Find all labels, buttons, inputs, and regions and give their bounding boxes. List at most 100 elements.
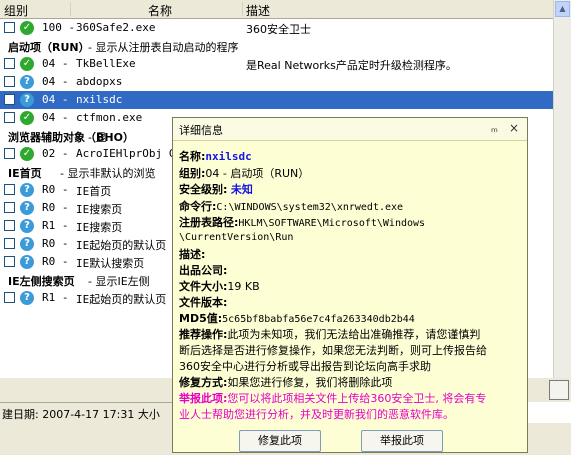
side-button[interactable]: [549, 380, 569, 400]
status-bar: 建日期: 2007-4-17 17:31 大小: [0, 402, 190, 423]
table-row[interactable]: ? 04 - abdopxs: [0, 73, 553, 91]
report-value-line2[interactable]: 业人士帮助您进行分析，并及时更新我们的恶意软件库。: [179, 408, 454, 421]
row-group: R1 -: [42, 291, 69, 304]
reg-value-line2: \CurrentVersion\Run: [179, 232, 294, 243]
group-title: IE首页: [8, 167, 42, 180]
unknown-question-icon: ?: [20, 75, 34, 89]
row-checkbox[interactable]: [4, 184, 15, 195]
company-label: 出品公司:: [179, 264, 228, 277]
rec-value-line3: 360安全中心进行分析或导出报告到论坛向高手求助: [179, 360, 431, 373]
column-header-desc[interactable]: 描述: [246, 2, 270, 19]
report-item-button[interactable]: 举报此项: [361, 430, 443, 452]
group-description: - 显示从注册表自动启动的程序: [88, 41, 239, 54]
row-checkbox[interactable]: [4, 256, 15, 267]
reg-label: 注册表路径:: [179, 216, 239, 229]
row-description: 是Real Networks产品定时升级检测程序。: [246, 59, 457, 72]
row-group: 100 -: [42, 21, 76, 34]
row-group: 02 -: [42, 147, 69, 160]
group-description: - 显: [88, 131, 107, 144]
row-group: 04 -: [42, 75, 69, 88]
size-value: 19 KB: [227, 280, 260, 293]
close-icon[interactable]: ×: [509, 121, 519, 135]
row-checkbox[interactable]: [4, 220, 15, 231]
group-header-row[interactable]: 启动项（RUN） - 显示从注册表自动启动的程序: [0, 37, 553, 55]
row-description: 360安全卫士: [246, 23, 311, 36]
level-label: 安全级别:: [179, 183, 228, 196]
repair-item-button[interactable]: 修复此项: [239, 430, 321, 452]
vertical-scrollbar[interactable]: ▲: [553, 0, 571, 378]
name-value: nxilsdc: [205, 150, 252, 163]
row-name: IE默认搜索页: [76, 257, 145, 270]
row-name: 360Safe2.exe: [76, 21, 156, 34]
reg-value-line1: HKLM\SOFTWARE\Microsoft\Windows: [238, 218, 426, 229]
status-text: 建日期: 2007-4-17 17:31 大小: [2, 408, 160, 421]
popup-titlebar: 详细信息 ₘ ×: [173, 118, 527, 141]
row-checkbox[interactable]: [4, 76, 15, 87]
unknown-question-icon: ?: [20, 291, 34, 305]
row-checkbox[interactable]: [4, 202, 15, 213]
safe-check-icon: ✓: [20, 21, 34, 35]
unknown-question-icon: ?: [20, 93, 34, 107]
row-group: R0 -: [42, 255, 69, 268]
row-group: 04 -: [42, 57, 69, 70]
name-label: 名称:: [179, 150, 206, 163]
fix-label: 修复方式:: [179, 376, 228, 389]
column-header-group[interactable]: 组别: [4, 2, 28, 19]
row-name: IE搜索页: [76, 203, 123, 216]
cmd-value: C:\WINDOWS\system32\xnrwedt.exe: [216, 202, 404, 213]
row-group: 04 -: [42, 111, 69, 124]
group-label: 组别:: [179, 167, 206, 180]
row-name: IE搜索页: [76, 221, 123, 234]
table-row[interactable]: ✓ 100 -360Safe2.exe 360安全卫士: [0, 19, 553, 37]
cmd-label: 命令行:: [179, 200, 217, 213]
unknown-question-icon: ?: [20, 237, 34, 251]
report-label: 举报此项:: [179, 392, 228, 405]
row-name: ctfmon.exe: [76, 111, 143, 124]
row-checkbox[interactable]: [4, 94, 15, 105]
safe-check-icon: ✓: [20, 111, 34, 125]
version-label: 文件版本:: [179, 296, 228, 309]
unknown-question-icon: ?: [20, 201, 34, 215]
rec-value-line2: 断后选择是否进行修复操作，如果您无法判断，则可上传报告给: [179, 344, 487, 357]
md5-label: MD5值:: [179, 312, 223, 325]
group-value: 04 - 启动项（RUN）: [205, 167, 310, 180]
size-label: 文件大小:: [179, 280, 228, 293]
group-description: - 显示IE左侧: [88, 275, 150, 288]
pin-icon[interactable]: ₘ: [491, 122, 498, 135]
unknown-question-icon: ?: [20, 255, 34, 269]
safe-check-icon: ✓: [20, 147, 34, 161]
table-row[interactable]: ? 04 - nxilsdc: [0, 91, 553, 109]
group-title: IE左侧搜索页: [8, 275, 75, 288]
group-title: 浏览器辅助对象（BHO）: [8, 131, 134, 144]
rec-label: 推荐操作:: [179, 328, 228, 341]
popup-title: 详细信息: [179, 124, 223, 137]
row-name: IE起始页的默认页: [76, 293, 167, 306]
unknown-question-icon: ?: [20, 219, 34, 233]
fix-value: 如果您进行修复，我们将删除此项: [227, 376, 393, 389]
row-name: nxilsdc: [76, 93, 123, 106]
group-description: - 显示非默认的浏览: [60, 167, 156, 180]
row-name: IE首页: [76, 185, 112, 198]
report-value-line1[interactable]: 您可以将此项相关文件上传给360安全卫士, 将会有专: [227, 392, 486, 405]
row-checkbox[interactable]: [4, 292, 15, 303]
list-header: 组别 名称 描述: [0, 0, 553, 19]
row-name: AcroIEHlprObj Cl: [76, 147, 182, 160]
row-checkbox[interactable]: [4, 148, 15, 159]
unknown-question-icon: ?: [20, 183, 34, 197]
md5-value: 5c65bf8babfa56e7c4fa263340db2b44: [222, 314, 415, 325]
rec-value-line1: 此项为未知项，我们无法给出准确推荐，请您谨慎判: [227, 328, 481, 341]
row-checkbox[interactable]: [4, 238, 15, 249]
row-checkbox[interactable]: [4, 58, 15, 69]
group-title: 启动项（RUN）: [8, 41, 90, 54]
row-group: R0 -: [42, 183, 69, 196]
detail-popup: 详细信息 ₘ × 名称:nxilsdc 组别:04 - 启动项（RUN） 安全级…: [172, 117, 528, 453]
row-name: abdopxs: [76, 75, 123, 88]
scroll-up-button[interactable]: ▲: [555, 1, 570, 17]
row-checkbox[interactable]: [4, 22, 15, 33]
row-checkbox[interactable]: [4, 112, 15, 123]
table-row[interactable]: ✓ 04 - TkBellExe 是Real Networks产品定时升级检测程序。: [0, 55, 553, 73]
column-header-name[interactable]: 名称: [148, 2, 172, 19]
row-name: IE起始页的默认页: [76, 239, 167, 252]
row-group: 04 -: [42, 93, 69, 106]
safe-check-icon: ✓: [20, 57, 34, 71]
